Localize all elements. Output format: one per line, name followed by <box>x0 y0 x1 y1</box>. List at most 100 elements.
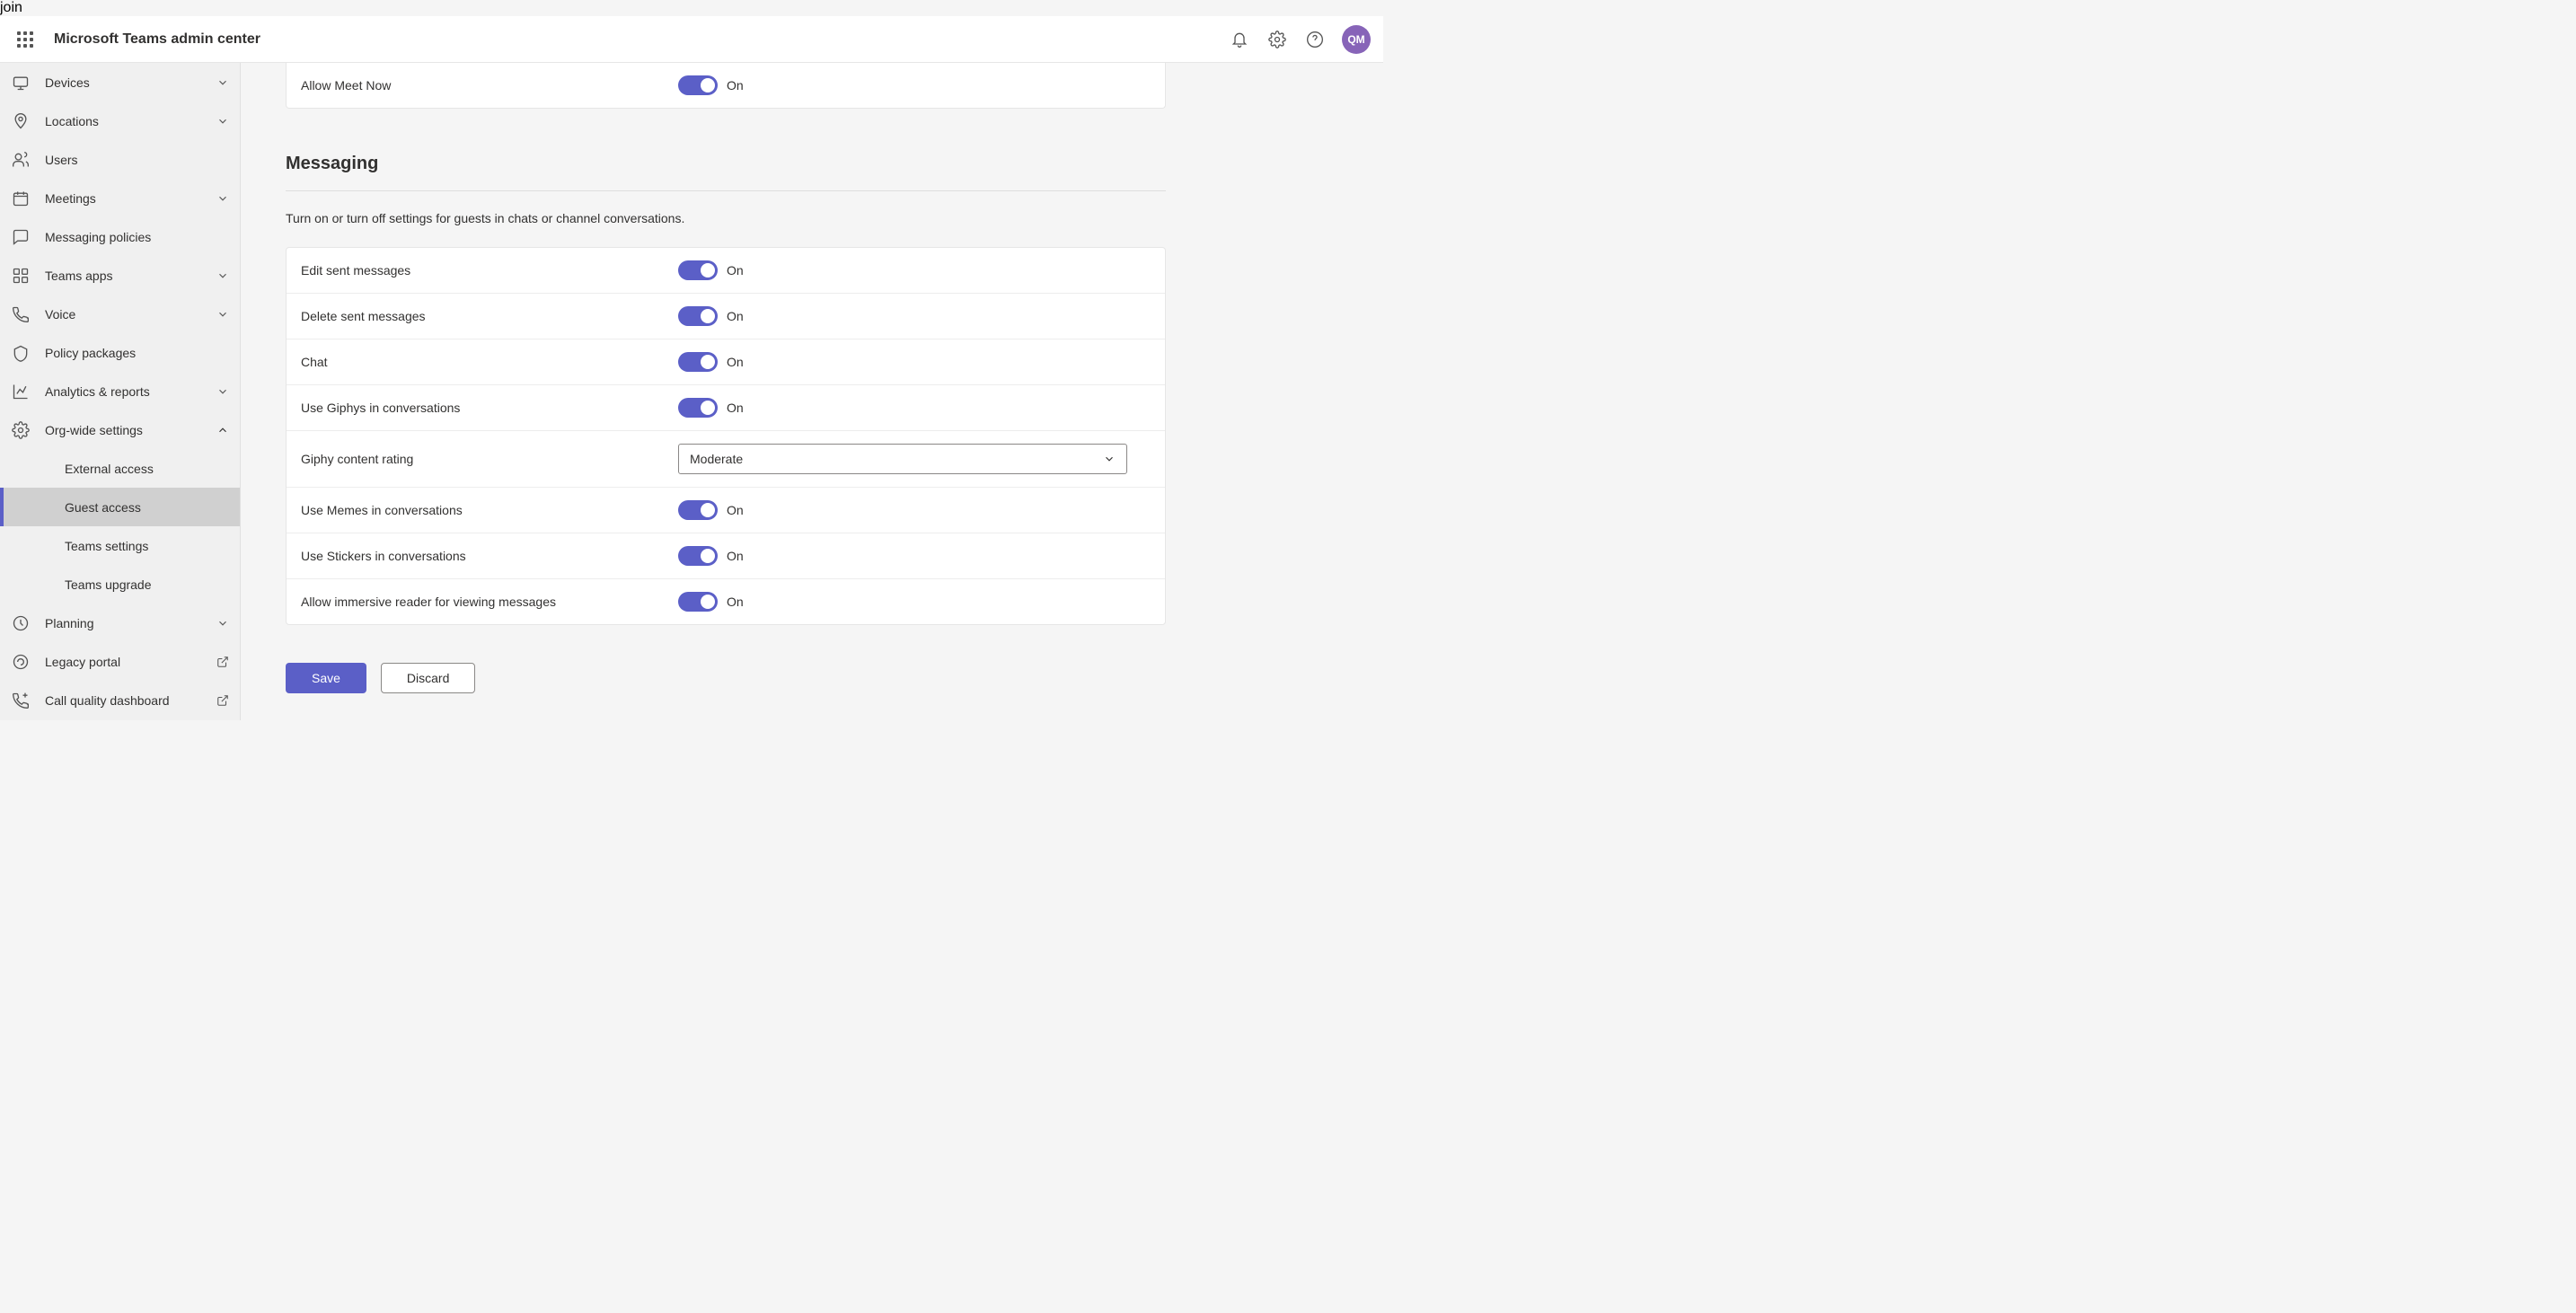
external-link-icon <box>216 694 229 707</box>
setting-row-allow-meet-now: Allow Meet Now On <box>287 63 1165 108</box>
toggle-edit-sent[interactable] <box>678 260 718 280</box>
app-launcher[interactable] <box>7 22 43 57</box>
setting-label: Chat <box>301 355 678 369</box>
sidebar-item-meetings[interactable]: Meetings <box>0 179 240 217</box>
sidebar-item-devices[interactable]: Devices <box>0 63 240 101</box>
setting-row-edit-sent: Edit sent messages On <box>287 248 1165 294</box>
setting-row-memes: Use Memes in conversations On <box>287 488 1165 533</box>
chevron-down-icon <box>216 308 229 321</box>
setting-row-chat: Chat On <box>287 339 1165 385</box>
messaging-icon <box>11 227 31 247</box>
notifications-icon[interactable] <box>1229 29 1250 50</box>
toggle-state: On <box>727 503 744 517</box>
header: Microsoft Teams admin center QM <box>0 16 1383 63</box>
sidebar-item-label: Devices <box>45 75 216 90</box>
sidebar-item-users[interactable]: Users <box>0 140 240 179</box>
toggle-stickers[interactable] <box>678 546 718 566</box>
select-value: Moderate <box>690 452 743 466</box>
apps-icon <box>11 266 31 286</box>
select-giphy-rating[interactable]: Moderate <box>678 444 1127 474</box>
users-icon <box>11 150 31 170</box>
devices-icon <box>11 73 31 93</box>
settings-icon[interactable] <box>1266 29 1288 50</box>
sidebar-item-teams-apps[interactable]: Teams apps <box>0 256 240 295</box>
sidebar-item-messaging-policies[interactable]: Messaging policies <box>0 217 240 256</box>
sidebar-item-label: Messaging policies <box>45 230 229 244</box>
sidebar-sub-external-access[interactable]: External access <box>0 449 240 488</box>
divider <box>286 190 1166 191</box>
chevron-down-icon <box>216 617 229 630</box>
setting-row-delete-sent: Delete sent messages On <box>287 294 1165 339</box>
toggle-state: On <box>727 549 744 563</box>
setting-label: Use Giphys in conversations <box>301 401 678 415</box>
avatar[interactable]: QM <box>1342 25 1371 54</box>
setting-label: Giphy content rating <box>301 452 678 466</box>
toggle-allow-meet-now[interactable] <box>678 75 718 95</box>
setting-row-giphy-rating: Giphy content rating Moderate <box>287 431 1165 488</box>
legacy-icon <box>11 652 31 672</box>
sidebar-item-label: Voice <box>45 307 216 322</box>
sidebar-item-legacy-portal[interactable]: Legacy portal <box>0 642 240 681</box>
external-link-icon <box>216 656 229 668</box>
sidebar-item-planning[interactable]: Planning <box>0 604 240 642</box>
voice-icon <box>11 304 31 324</box>
sidebar-item-label: Guest access <box>65 500 229 515</box>
sidebar-item-label: Teams apps <box>45 269 216 283</box>
toggle-state: On <box>727 78 744 93</box>
sidebar-item-label: Teams settings <box>65 539 229 553</box>
planning-icon <box>11 613 31 633</box>
setting-label: Allow immersive reader for viewing messa… <box>301 595 678 609</box>
chevron-down-icon <box>216 385 229 398</box>
setting-label: Delete sent messages <box>301 309 678 323</box>
main-content: Allow Meet Now On Messaging Turn on or t… <box>241 63 1383 720</box>
sidebar-item-label: Org-wide settings <box>45 423 216 437</box>
sidebar-item-label: Users <box>45 153 229 167</box>
toggle-chat[interactable] <box>678 352 718 372</box>
setting-label: Edit sent messages <box>301 263 678 278</box>
save-button[interactable]: Save <box>286 663 366 693</box>
header-title: Microsoft Teams admin center <box>54 31 1229 48</box>
sidebar-sub-guest-access[interactable]: Guest access <box>0 488 240 526</box>
action-buttons: Save Discard <box>286 663 1365 693</box>
sidebar-item-label: External access <box>65 462 229 476</box>
toggle-giphys[interactable] <box>678 398 718 418</box>
sidebar-item-org-wide-settings[interactable]: Org-wide settings <box>0 410 240 449</box>
discard-button[interactable]: Discard <box>381 663 475 693</box>
gear-icon <box>11 420 31 440</box>
call-quality-icon <box>11 691 31 710</box>
section-description: Turn on or turn off settings for guests … <box>286 211 1365 225</box>
toggle-memes[interactable] <box>678 500 718 520</box>
chevron-down-icon <box>216 115 229 128</box>
sidebar-item-analytics[interactable]: Analytics & reports <box>0 372 240 410</box>
sidebar: Devices Locations Users Meetings <box>0 63 241 720</box>
sidebar-item-policy-packages[interactable]: Policy packages <box>0 333 240 372</box>
setting-label: Use Memes in conversations <box>301 503 678 517</box>
toggle-immersive-reader[interactable] <box>678 592 718 612</box>
chevron-down-icon <box>216 192 229 205</box>
sidebar-item-label: Analytics & reports <box>45 384 216 399</box>
setting-row-immersive-reader: Allow immersive reader for viewing messa… <box>287 579 1165 624</box>
messaging-settings-card: Edit sent messages On Delete sent messag… <box>286 247 1166 625</box>
analytics-icon <box>11 382 31 401</box>
waffle-icon <box>17 31 33 48</box>
chevron-down-icon <box>216 269 229 282</box>
sidebar-item-label: Call quality dashboard <box>45 693 211 708</box>
sidebar-item-label: Legacy portal <box>45 655 211 669</box>
setting-label: Use Stickers in conversations <box>301 549 678 563</box>
toggle-state: On <box>727 355 744 369</box>
sidebar-item-locations[interactable]: Locations <box>0 101 240 140</box>
sidebar-sub-teams-upgrade[interactable]: Teams upgrade <box>0 565 240 604</box>
sidebar-item-label: Planning <box>45 616 216 630</box>
sidebar-item-voice[interactable]: Voice <box>0 295 240 333</box>
toggle-state: On <box>727 401 744 415</box>
sidebar-item-label: Locations <box>45 114 216 128</box>
sidebar-item-call-quality[interactable]: Call quality dashboard <box>0 681 240 719</box>
chevron-down-icon <box>216 76 229 89</box>
sidebar-sub-teams-settings[interactable]: Teams settings <box>0 526 240 565</box>
chevron-up-icon <box>216 424 229 436</box>
header-actions: QM <box>1229 25 1376 54</box>
top-settings-card: Allow Meet Now On <box>286 63 1166 109</box>
help-icon[interactable] <box>1304 29 1326 50</box>
toggle-state: On <box>727 595 744 609</box>
toggle-delete-sent[interactable] <box>678 306 718 326</box>
